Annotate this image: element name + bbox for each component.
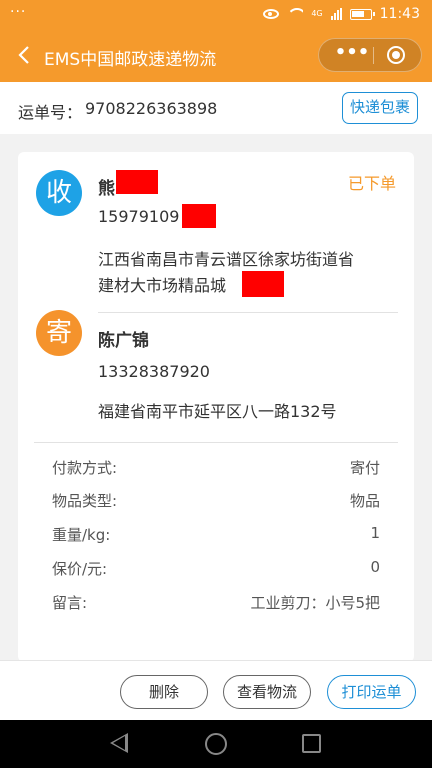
- detail-row: 付款方式: 寄付: [52, 457, 380, 479]
- wifi-icon: [287, 8, 303, 20]
- network-type: 4G: [311, 9, 323, 18]
- detail-row: 留言: 工业剪刀：小号5把: [52, 592, 380, 614]
- detail-row: 重量/kg: 1: [52, 524, 380, 546]
- redaction-mark: [182, 204, 216, 228]
- waybill-bar: 运单号： 9708226363898 快递包裹: [0, 82, 432, 134]
- clock: 11:43: [379, 6, 420, 22]
- capsule-divider: [373, 47, 374, 64]
- more-dots-icon[interactable]: •••: [333, 44, 371, 66]
- eye-icon: [263, 9, 280, 19]
- sender-name: 陈广锦: [98, 331, 149, 351]
- redaction-mark: [116, 170, 158, 194]
- view-logistics-button[interactable]: 查看物流: [223, 675, 311, 709]
- receiver-address-prefix: 建材大市场精品城: [98, 276, 227, 295]
- action-bar: 删除 查看物流 打印运单: [0, 660, 432, 720]
- signal-icon: [330, 8, 342, 20]
- target-circle-icon[interactable]: [387, 46, 405, 64]
- detail-key: 重量/kg:: [52, 526, 111, 544]
- sender-address: 福建省南平市延平区八一路132号: [98, 402, 337, 421]
- status-icons: 4G 11:43: [263, 6, 420, 22]
- print-waybill-button[interactable]: 打印运单: [327, 675, 416, 709]
- detail-key: 物品类型:: [52, 492, 118, 510]
- package-type-button[interactable]: 快递包裹: [342, 92, 418, 124]
- receiver-address-line1: 江西省南昌市青云谱区徐家坊街道省: [98, 250, 355, 269]
- detail-value: 1: [370, 524, 380, 542]
- delete-button[interactable]: 删除: [120, 675, 208, 709]
- back-triangle-icon[interactable]: [110, 733, 128, 753]
- receiver-phone: 15979109: [98, 207, 180, 226]
- detail-value: 寄付: [349, 459, 380, 477]
- sender-phone: 13328387920: [98, 362, 210, 381]
- notification-dots: ···: [10, 4, 27, 20]
- order-card: 收 熊 已下单 15979109 江西省南昌市青云谱区徐家坊街道省 建材大市场精…: [18, 152, 414, 662]
- detail-key: 留言:: [52, 594, 88, 612]
- detail-key: 付款方式:: [52, 459, 118, 477]
- divider: [34, 442, 398, 443]
- nav-bar: EMS中国邮政速递物流 •••: [0, 30, 432, 82]
- redaction-mark: [242, 271, 284, 297]
- page-title: EMS中国邮政速递物流: [44, 50, 217, 70]
- receiver-name: 熊: [98, 179, 115, 199]
- divider: [98, 312, 398, 313]
- chevron-left-icon[interactable]: [12, 42, 38, 68]
- recent-apps-icon[interactable]: [302, 734, 321, 753]
- status-bar: ··· 4G 11:43: [0, 0, 432, 30]
- receiver-badge: 收: [36, 170, 82, 216]
- mini-program-capsule: •••: [318, 38, 422, 72]
- system-nav-bar: [0, 720, 432, 768]
- detail-value: 0: [370, 558, 380, 576]
- detail-row: 物品类型: 物品: [52, 490, 380, 512]
- detail-value: 物品: [349, 492, 380, 510]
- detail-row: 保价/元: 0: [52, 558, 380, 580]
- detail-value: 工业剪刀：小号5把: [250, 594, 380, 612]
- waybill-number: 9708226363898: [85, 99, 218, 118]
- battery-icon: [349, 8, 375, 20]
- detail-key: 保价/元:: [52, 560, 108, 578]
- order-status: 已下单: [347, 174, 396, 193]
- home-circle-icon[interactable]: [205, 733, 227, 755]
- sender-badge: 寄: [36, 310, 82, 356]
- waybill-label: 运单号：: [18, 103, 83, 122]
